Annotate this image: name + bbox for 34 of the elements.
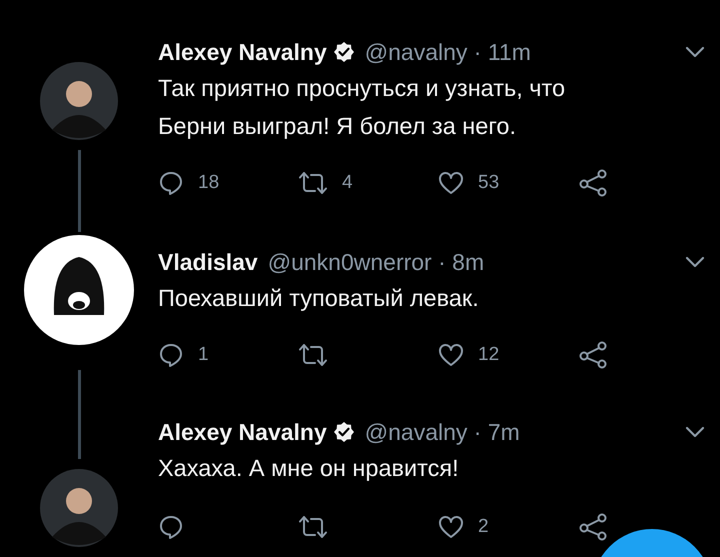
handle-and-time: @navalny · 11m <box>364 38 531 66</box>
reply-icon[interactable] <box>158 170 184 196</box>
handle-and-time: @unkn0wnerror · 8m <box>268 248 484 276</box>
retweet-count: 4 <box>342 172 353 194</box>
retweet-icon[interactable] <box>298 343 328 367</box>
reply-icon[interactable] <box>158 514 184 540</box>
reply-count: 1 <box>198 344 209 366</box>
heart-icon[interactable] <box>438 171 464 195</box>
author-name[interactable]: Alexey Navalny <box>158 418 327 446</box>
share-icon[interactable] <box>578 341 608 369</box>
author-name[interactable]: Vladislav <box>158 248 258 276</box>
like-count: 12 <box>478 344 500 366</box>
avatar[interactable] <box>40 469 118 547</box>
reply-icon[interactable] <box>158 342 184 368</box>
like-count: 2 <box>478 516 489 538</box>
tweet-text: Берни выиграл! Я болел за него. <box>158 112 516 141</box>
heart-icon[interactable] <box>438 343 464 367</box>
share-icon[interactable] <box>578 169 608 197</box>
retweet-icon[interactable] <box>298 171 328 195</box>
like-count: 53 <box>478 172 500 194</box>
tweet-text: Поехавший туповатый левак. <box>158 284 479 313</box>
avatar[interactable] <box>24 235 134 345</box>
retweet-icon[interactable] <box>298 515 328 539</box>
reply-count: 18 <box>198 172 220 194</box>
author-name[interactable]: Alexey Navalny <box>158 38 327 66</box>
share-icon[interactable] <box>578 513 608 541</box>
chevron-down-icon[interactable] <box>684 425 706 439</box>
heart-icon[interactable] <box>438 515 464 539</box>
chevron-down-icon[interactable] <box>684 45 706 59</box>
avatar[interactable] <box>40 62 118 140</box>
tweet-text: Хахаха. А мне он нравится! <box>158 454 459 483</box>
tweet-text: Так приятно проснуться и узнать, что <box>158 74 566 103</box>
chevron-down-icon[interactable] <box>684 255 706 269</box>
handle-and-time: @navalny · 7m <box>364 418 520 446</box>
